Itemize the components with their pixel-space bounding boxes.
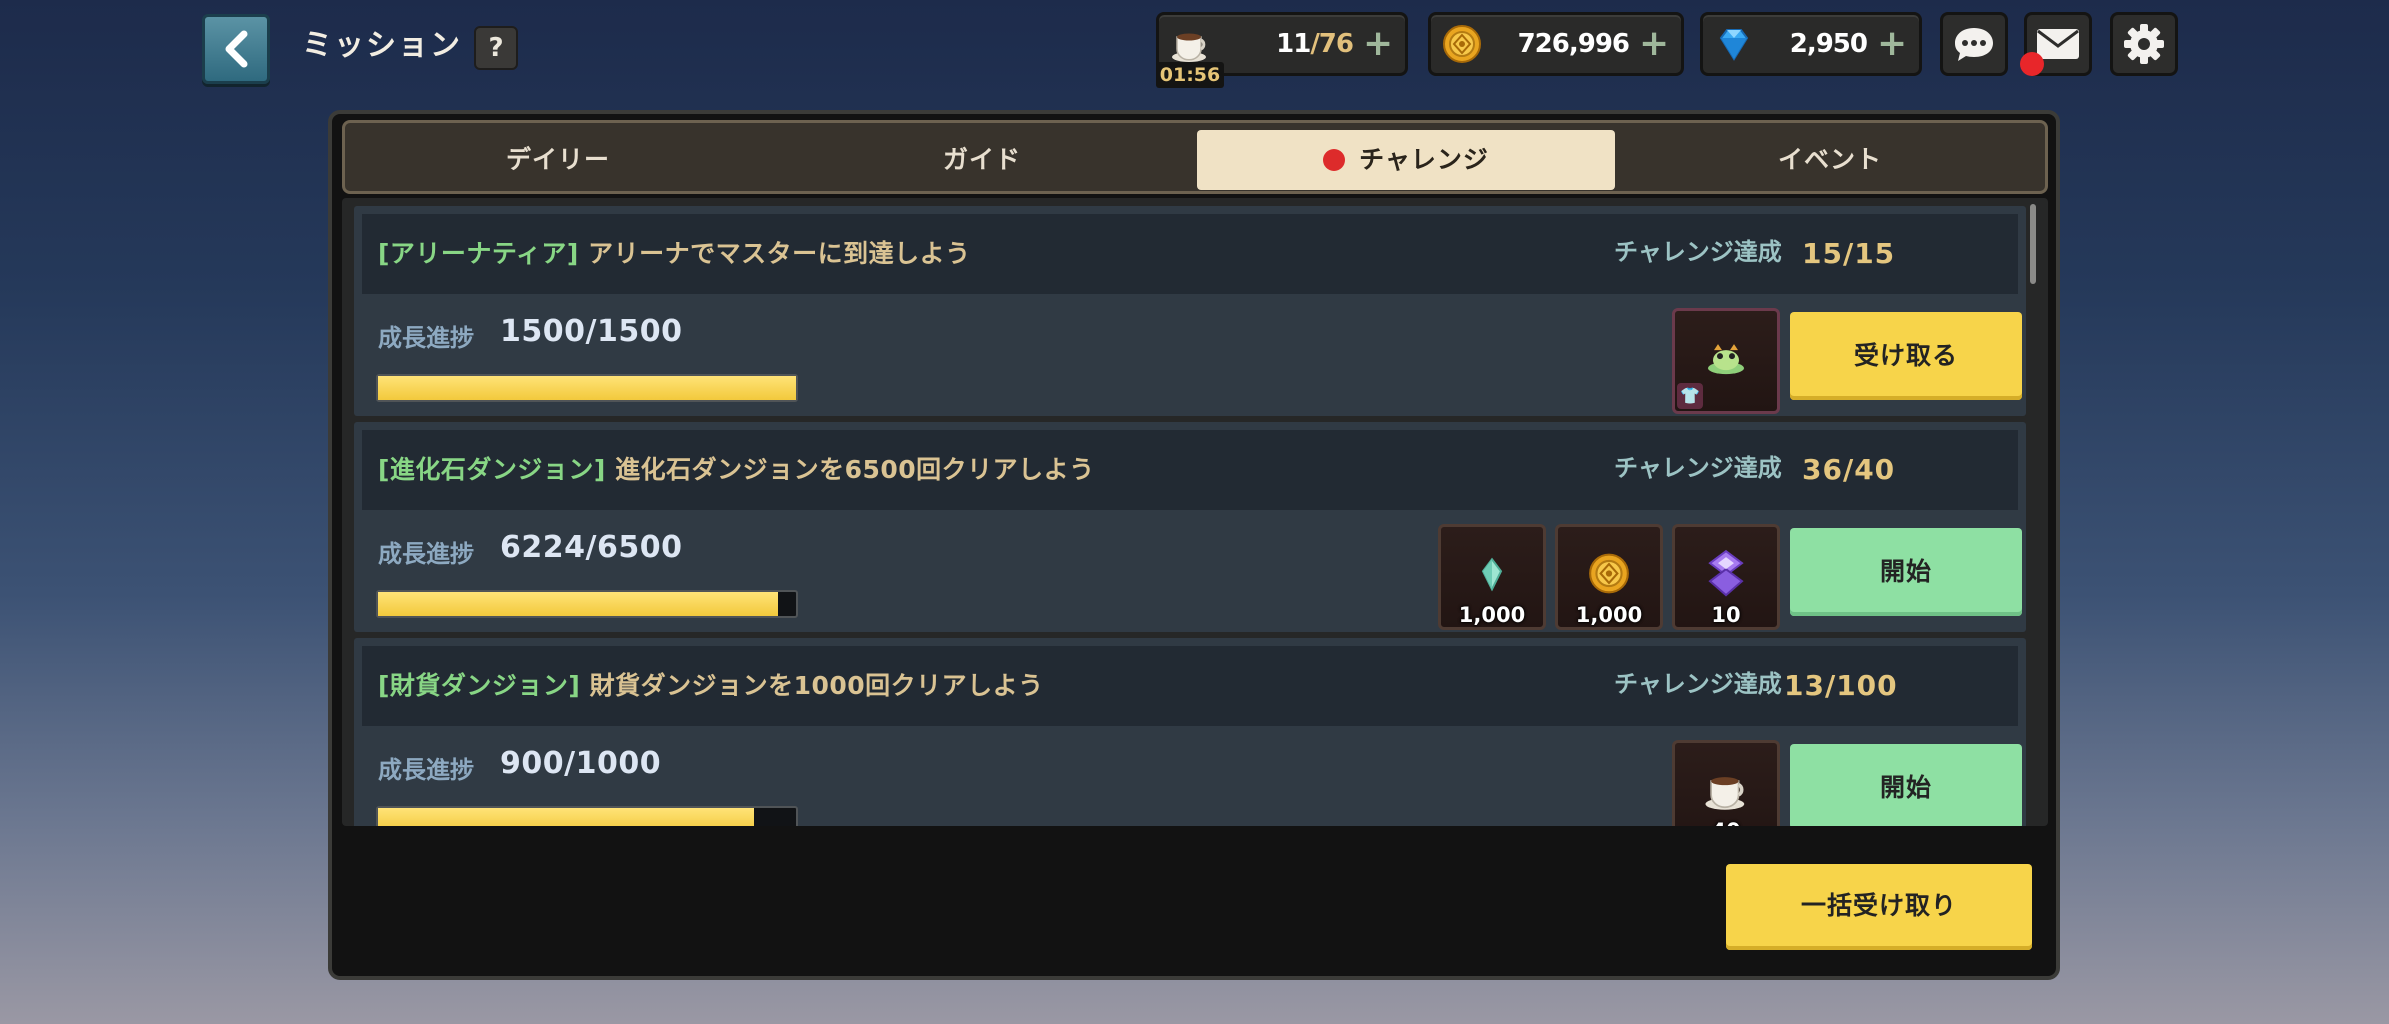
coffee-cup-icon (1705, 777, 1745, 810)
chevron-left-icon (225, 30, 248, 68)
chat-button[interactable] (1940, 12, 2008, 76)
progress-value: 900/1000 (500, 746, 662, 781)
shirt-icon: 👕 (1677, 383, 1703, 409)
progress-bar-fill (378, 592, 779, 616)
challenge-value: 15/15 (1802, 237, 1896, 270)
progress-label: 成長進捗 (378, 756, 474, 784)
diamond-icon (1719, 29, 1749, 61)
reward-item[interactable]: 👕 (1672, 308, 1780, 414)
list-scrollbar[interactable] (2030, 204, 2036, 284)
claim-button[interactable]: 受け取る (1790, 312, 2022, 400)
gold-coin-icon (1589, 553, 1629, 594)
mail-notification-dot (2020, 52, 2044, 76)
add-gem-button[interactable]: + (1877, 24, 1907, 64)
add-gold-button[interactable]: + (1639, 24, 1669, 64)
progress-label: 成長進捗 (378, 324, 474, 352)
gem-counter: 2,950 + (1700, 12, 1922, 76)
stamina-value: 11/76 (1276, 29, 1354, 59)
progress-bar (376, 374, 798, 402)
add-stamina-button[interactable]: + (1363, 24, 1393, 64)
mission-header: [アリーナティア] アリーナでマスターに到達しよう チャレンジ達成 15/15 (362, 214, 2018, 294)
progress-bar (376, 806, 798, 826)
reward-item[interactable]: 1,000 (1555, 524, 1663, 630)
challenge-value: 36/40 (1802, 453, 1896, 486)
reward-item[interactable]: 40 (1672, 740, 1780, 826)
coffee-cup-icon (1172, 33, 1206, 62)
mission-tabs: デイリー ガイド チャレンジ イベント (342, 120, 2048, 194)
gem-value: 2,950 (1789, 29, 1868, 59)
progress-bar-fill (378, 376, 796, 400)
settings-button[interactable] (2110, 12, 2178, 76)
mission-title: [財貨ダンジョン] 財貨ダンジョンを1000回クリアしよう (378, 671, 1044, 700)
tab-guide[interactable]: ガイド (773, 130, 1191, 190)
notification-dot (1323, 149, 1346, 171)
challenge-label: チャレンジ達成 (1614, 454, 1782, 482)
challenge-value: 13/100 (1784, 669, 1898, 702)
page-title: ミッション (302, 28, 462, 63)
mission-title: [進化石ダンジョン] 進化石ダンジョンを6500回クリアしよう (378, 455, 1095, 484)
gear-icon (2124, 24, 2164, 64)
list-item: [アリーナティア] アリーナでマスターに到達しよう チャレンジ達成 15/15 … (354, 206, 2026, 416)
start-button[interactable]: 開始 (1790, 528, 2022, 616)
list-item: [進化石ダンジョン] 進化石ダンジョンを6500回クリアしよう チャレンジ達成 … (354, 422, 2026, 632)
tab-daily[interactable]: デイリー (349, 130, 767, 190)
progress-value: 1500/1500 (500, 314, 683, 349)
purple-gem-icon (1708, 549, 1744, 597)
progress-value: 6224/6500 (500, 530, 683, 565)
gold-counter: 726,996 + (1428, 12, 1684, 76)
mission-title: [アリーナティア] アリーナでマスターに到達しよう (378, 239, 971, 268)
tab-challenge[interactable]: チャレンジ (1197, 130, 1615, 190)
progress-bar (376, 590, 798, 618)
help-button[interactable]: ? (474, 26, 518, 70)
back-button[interactable] (202, 14, 270, 84)
costume-creature-icon (1708, 344, 1744, 375)
tab-event[interactable]: イベント (1621, 130, 2039, 190)
progress-label: 成長進捗 (378, 540, 474, 568)
mission-header: [財貨ダンジョン] 財貨ダンジョンを1000回クリアしよう チャレンジ達成 13… (362, 646, 2018, 726)
reward-item[interactable]: 10 (1672, 524, 1780, 630)
mission-list[interactable]: [アリーナティア] アリーナでマスターに到達しよう チャレンジ達成 15/15 … (342, 198, 2048, 826)
challenge-label: チャレンジ達成 (1614, 670, 1782, 698)
list-item: [財貨ダンジョン] 財貨ダンジョンを1000回クリアしよう チャレンジ達成 13… (354, 638, 2026, 826)
challenge-label: チャレンジ達成 (1614, 238, 1782, 266)
reward-item[interactable]: 1,000 (1438, 524, 1546, 630)
gold-coin-icon (1443, 25, 1481, 63)
bulk-claim-button[interactable]: 一括受け取り (1726, 864, 2032, 950)
progress-bar-fill (378, 808, 755, 826)
stamina-timer: 01:56 (1156, 62, 1224, 88)
mission-header: [進化石ダンジョン] 進化石ダンジョンを6500回クリアしよう チャレンジ達成 … (362, 430, 2018, 510)
chat-bubble-icon (1955, 28, 1993, 61)
start-button[interactable]: 開始 (1790, 744, 2022, 826)
crystal-icon (1481, 557, 1503, 592)
gold-value: 726,996 (1517, 29, 1630, 59)
